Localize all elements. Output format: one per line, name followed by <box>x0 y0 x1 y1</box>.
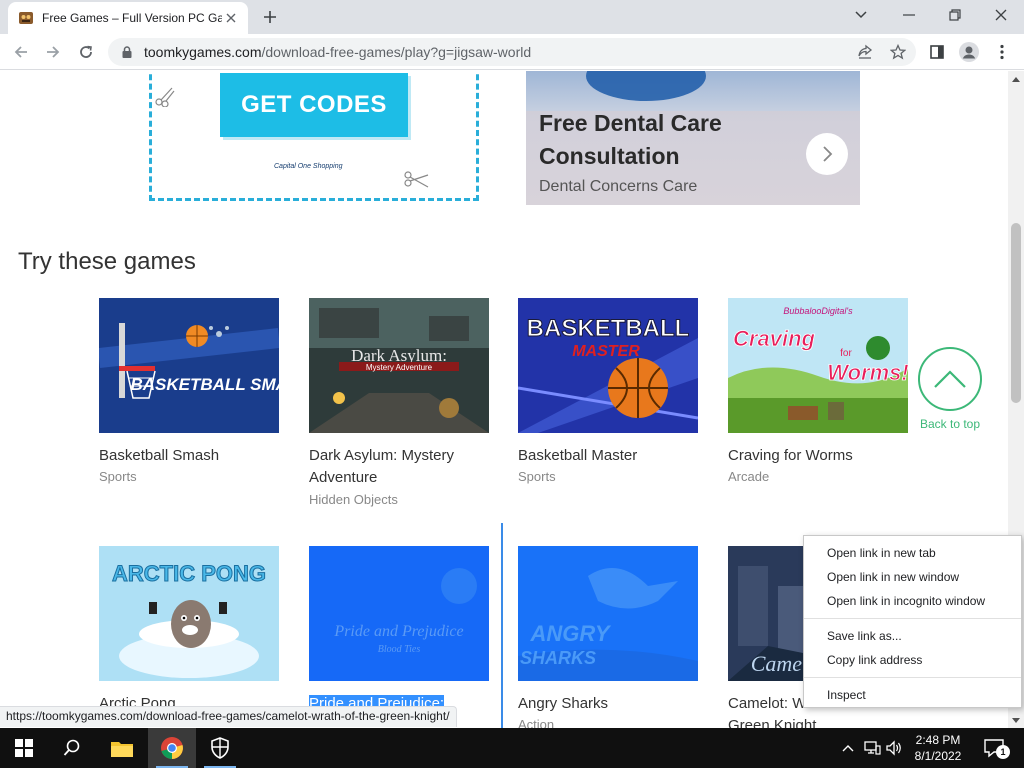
game-category: Arcade <box>728 469 770 484</box>
browser-tab[interactable]: Free Games – Full Version PC Games <box>8 2 248 34</box>
windows-security-icon[interactable] <box>196 728 244 768</box>
game-title[interactable]: Basketball Master <box>518 445 703 467</box>
thumb-art-text: Blood Ties <box>378 644 421 655</box>
thumb-art-text: BubbalooDigital's <box>783 306 853 316</box>
ctx-save-link-as[interactable]: Save link as... <box>804 624 1021 648</box>
game-category: Hidden Objects <box>309 492 398 507</box>
dark-asylum-thumbnail[interactable]: Dark Asylum: Mystery Adventure <box>309 298 489 433</box>
ctx-separator <box>804 677 1021 678</box>
taskbar-clock[interactable]: 2:48 PM 8/1/2022 <box>908 732 968 764</box>
file-explorer-icon[interactable] <box>98 728 146 768</box>
text-selection-edge <box>501 523 503 728</box>
tab-search-chevron-icon[interactable] <box>846 4 876 26</box>
new-tab-plus-icon[interactable] <box>260 7 280 27</box>
dental-ad[interactable]: Free Dental Care Consultation Dental Con… <box>526 71 860 205</box>
dental-ad-subtitle: Dental Concerns Care <box>539 178 698 195</box>
ctx-open-new-tab[interactable]: Open link in new tab <box>804 541 1021 565</box>
game-title-line1: Camelot: W <box>728 695 807 712</box>
clock-date: 8/1/2022 <box>914 749 962 763</box>
ctx-open-new-window[interactable]: Open link in new window <box>804 565 1021 589</box>
scrollbar-thumb[interactable] <box>1011 223 1021 403</box>
ctx-separator <box>804 618 1021 619</box>
back-to-top-label: Back to top <box>919 417 981 431</box>
game-title[interactable]: Craving for Worms <box>728 445 913 467</box>
side-panel-icon[interactable] <box>926 41 948 63</box>
close-window-icon[interactable] <box>986 4 1016 26</box>
network-icon[interactable] <box>862 738 882 758</box>
chevron-up-icon[interactable] <box>918 347 982 411</box>
ctx-copy-link-address[interactable]: Copy link address <box>804 648 1021 672</box>
angry-sharks-thumbnail[interactable]: ANGRY SHARKS <box>518 546 698 681</box>
capital-one-logo: Capital One Shopping <box>274 163 343 170</box>
restore-icon[interactable] <box>940 4 970 26</box>
thumb-art-text: ARCTIC PONG <box>112 561 266 586</box>
profile-avatar-icon[interactable] <box>958 41 980 63</box>
scroll-up-arrow-icon[interactable] <box>1008 71 1024 87</box>
ctx-inspect[interactable]: Inspect <box>804 683 1021 707</box>
url-text[interactable]: toomkygames.com/download-free-games/play… <box>144 44 531 60</box>
notifications-icon[interactable]: 1 <box>982 736 1010 760</box>
toomky-favicon-icon <box>19 12 33 24</box>
menu-kebab-icon[interactable] <box>991 41 1013 63</box>
lock-icon[interactable] <box>120 45 134 59</box>
chevron-right-icon[interactable] <box>806 133 848 175</box>
back-to-top-button[interactable]: Back to top <box>918 347 982 431</box>
back-arrow-icon[interactable] <box>10 41 32 63</box>
get-codes-button[interactable]: GET CODES <box>220 73 408 137</box>
game-title[interactable]: Basketball Smash <box>99 445 284 467</box>
notification-count: 1 <box>996 745 1010 759</box>
clock-time: 2:48 PM <box>915 733 961 747</box>
windows-taskbar: 2:48 PM 8/1/2022 1 <box>0 728 1024 768</box>
scroll-down-arrow-icon[interactable] <box>1008 712 1024 728</box>
status-bar-url: https://toomkygames.com/download-free-ga… <box>0 706 457 727</box>
tab-title: Free Games – Full Version PC Games <box>42 11 222 25</box>
basketball-master-thumbnail[interactable]: BASKETBALL MASTER <box>518 298 698 433</box>
thumb-art-text: BASKETBALL <box>527 315 690 342</box>
craving-for-worms-thumbnail[interactable]: BubbalooDigital's Craving for Worms! <box>728 298 908 433</box>
game-category: Action <box>518 717 555 728</box>
chrome-icon[interactable] <box>148 728 196 768</box>
context-menu: Open link in new tab Open link in new wi… <box>803 535 1022 708</box>
address-bar[interactable]: toomkygames.com/download-free-games/play… <box>108 38 916 66</box>
game-title[interactable]: Angry Sharks <box>518 693 703 715</box>
tray-chevron-up-icon[interactable] <box>838 738 858 758</box>
thumb-art-text: BASKETBALL SMASH <box>130 375 279 394</box>
bookmark-star-icon[interactable] <box>889 43 907 61</box>
tab-close-icon[interactable] <box>222 9 240 27</box>
thumb-art-text: Craving <box>733 326 815 351</box>
section-title: Try these games <box>18 248 196 275</box>
thumb-art-text: for <box>840 348 852 359</box>
url-domain: toomkygames.com <box>144 44 262 60</box>
start-windows-icon[interactable] <box>0 728 48 768</box>
game-title[interactable]: Dark Asylum: Mystery Adventure <box>309 445 494 489</box>
scissors-icon <box>404 171 429 188</box>
reload-icon[interactable] <box>75 41 97 63</box>
dental-ad-title: Free Dental Care Consultation <box>539 110 722 169</box>
thumb-art-text: SHARKS <box>520 648 596 668</box>
minimize-icon[interactable] <box>894 4 924 26</box>
coupon-ad[interactable]: GET CODES Capital One Shopping <box>149 71 479 201</box>
forward-arrow-icon[interactable] <box>42 41 64 63</box>
browser-toolbar: toomkygames.com/download-free-games/play… <box>0 34 1024 70</box>
thumb-art-text: ANGRY <box>529 621 611 646</box>
thumb-art-text: Worms! <box>827 360 908 385</box>
url-path: /download-free-games/play?g=jigsaw-world <box>261 44 532 60</box>
game-title-line2: Green Knight <box>728 717 817 728</box>
game-category: Sports <box>518 469 556 484</box>
search-icon[interactable] <box>48 728 96 768</box>
arctic-pong-thumbnail[interactable]: ARCTIC PONG <box>99 546 279 681</box>
thumb-art-text: Mystery Adventure <box>366 363 433 372</box>
scissors-icon <box>155 87 175 107</box>
volume-icon[interactable] <box>884 738 904 758</box>
share-icon[interactable] <box>856 43 874 61</box>
basketball-smash-thumbnail[interactable]: BASKETBALL SMASH <box>99 298 279 433</box>
tab-strip: Free Games – Full Version PC Games <box>0 0 1024 34</box>
ctx-open-incognito[interactable]: Open link in incognito window <box>804 589 1021 613</box>
thumb-art-text: MASTER <box>572 343 640 360</box>
thumb-art-text: Pride and Prejudice <box>333 623 463 640</box>
pride-and-prejudice-thumbnail[interactable]: Pride and Prejudice Blood Ties <box>309 546 489 681</box>
game-category: Sports <box>99 469 137 484</box>
